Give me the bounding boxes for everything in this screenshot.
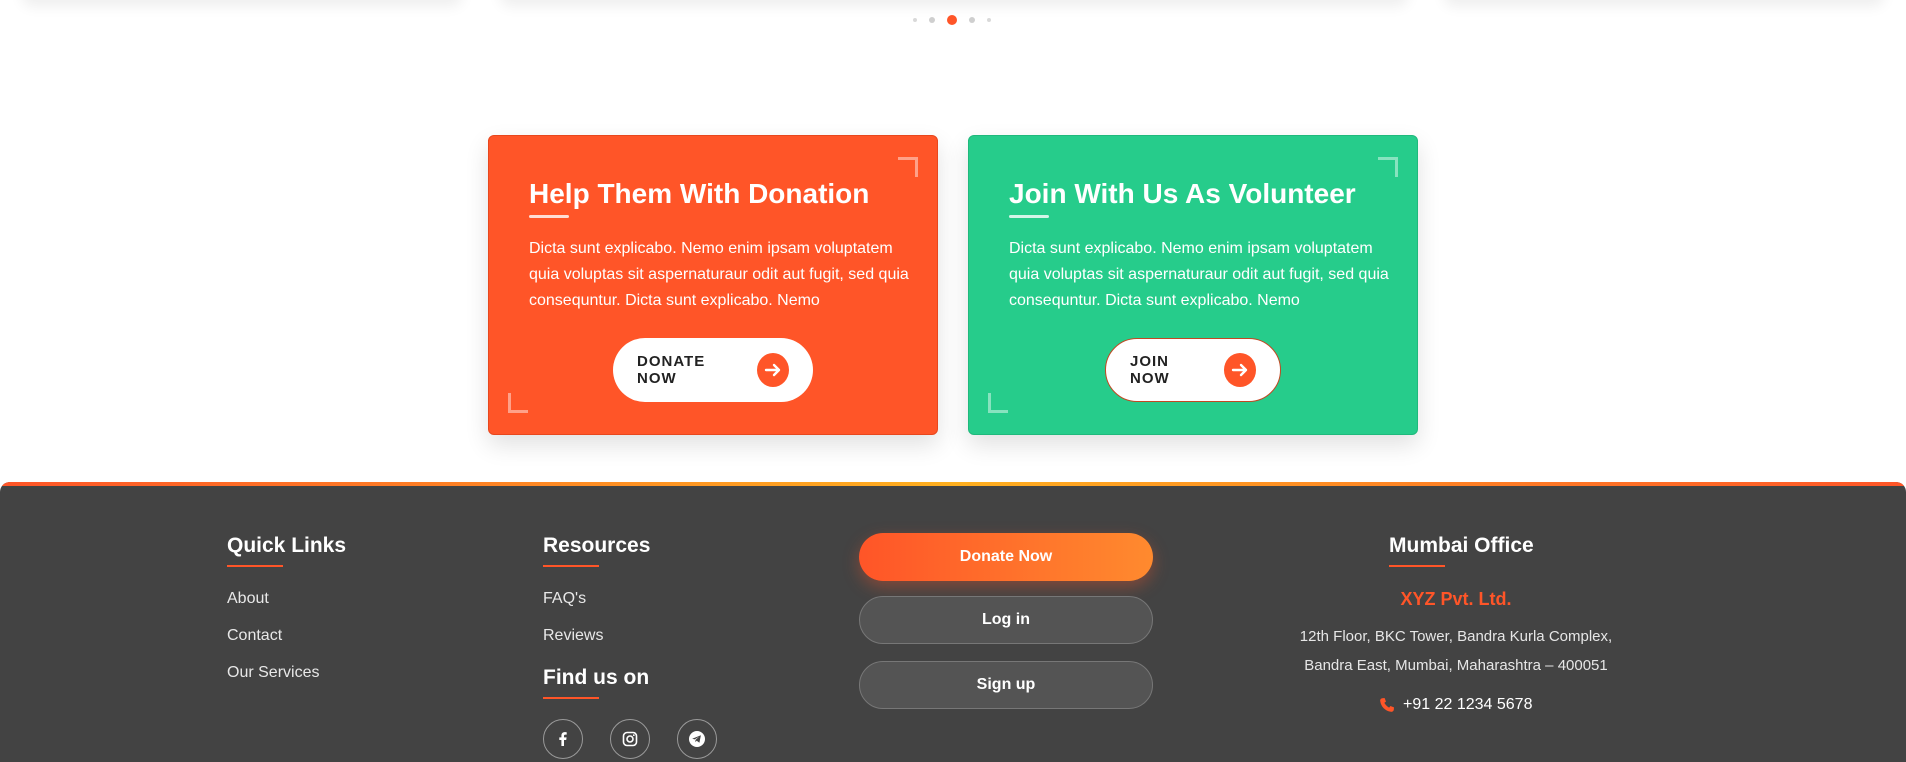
volunteer-card-text: Dicta sunt explicabo. Nemo enim ipsam vo…: [1009, 240, 1389, 309]
footer-link-contact[interactable]: Contact: [227, 627, 282, 645]
phone-number: +91 22 1234 5678: [1403, 696, 1533, 713]
find-us-title: Find us on: [543, 666, 650, 699]
corner-decoration: [508, 393, 528, 413]
carousel-dot-active[interactable]: [947, 15, 957, 25]
site-footer: Quick Links About Contact Our Services R…: [0, 482, 1906, 762]
signup-button[interactable]: Sign up: [859, 661, 1153, 709]
donation-card-text: Dicta sunt explicabo. Nemo enim ipsam vo…: [529, 240, 909, 309]
instagram-icon[interactable]: [610, 719, 650, 759]
donation-card-title: Help Them With Donation: [529, 176, 897, 218]
company-name: XYZ Pvt. Ltd.: [1400, 589, 1512, 609]
join-now-label: JOIN NOW: [1130, 353, 1170, 387]
office-phone[interactable]: +91 22 1234 5678: [1379, 696, 1532, 714]
carousel-dot[interactable]: [969, 17, 975, 23]
footer-link-about[interactable]: About: [227, 590, 269, 608]
volunteer-card: Join With Us As Volunteer Dicta sunt exp…: [968, 135, 1418, 435]
volunteer-card-title: Join With Us As Volunteer: [1009, 176, 1377, 218]
address-line-2: Bandra East, Mumbai, Maharashtra – 40005…: [1304, 657, 1608, 674]
phone-icon: [1380, 698, 1394, 712]
arrow-right-icon: [757, 353, 789, 387]
footer-link-faqs[interactable]: FAQ's: [543, 590, 586, 608]
telegram-icon[interactable]: [677, 719, 717, 759]
donation-card: Help Them With Donation Dicta sunt expli…: [488, 135, 938, 435]
donate-now-button[interactable]: DONATE NOW: [613, 338, 813, 402]
footer-link-our-services[interactable]: Our Services: [227, 664, 319, 682]
footer-donate-now-button[interactable]: Donate Now: [859, 533, 1153, 581]
corner-decoration: [988, 393, 1008, 413]
corner-decoration: [1378, 157, 1398, 177]
join-now-button[interactable]: JOIN NOW: [1105, 338, 1281, 402]
carousel-dots: [913, 15, 991, 25]
arrow-right-icon: [1223, 353, 1256, 387]
address-line-1: 12th Floor, BKC Tower, Bandra Kurla Comp…: [1299, 628, 1613, 645]
facebook-icon[interactable]: [543, 719, 583, 759]
quick-links-title: Quick Links: [227, 534, 347, 567]
carousel-dot[interactable]: [929, 17, 935, 23]
carousel-dot[interactable]: [913, 18, 917, 22]
corner-decoration: [898, 157, 918, 177]
donate-now-label: DONATE NOW: [637, 353, 706, 387]
office-address: 12th Floor, BKC Tower, Bandra Kurla Comp…: [1281, 622, 1631, 680]
login-button[interactable]: Log in: [859, 596, 1153, 644]
carousel-dot[interactable]: [987, 18, 991, 22]
footer-link-reviews[interactable]: Reviews: [543, 627, 603, 645]
resources-title: Resources: [543, 534, 651, 567]
